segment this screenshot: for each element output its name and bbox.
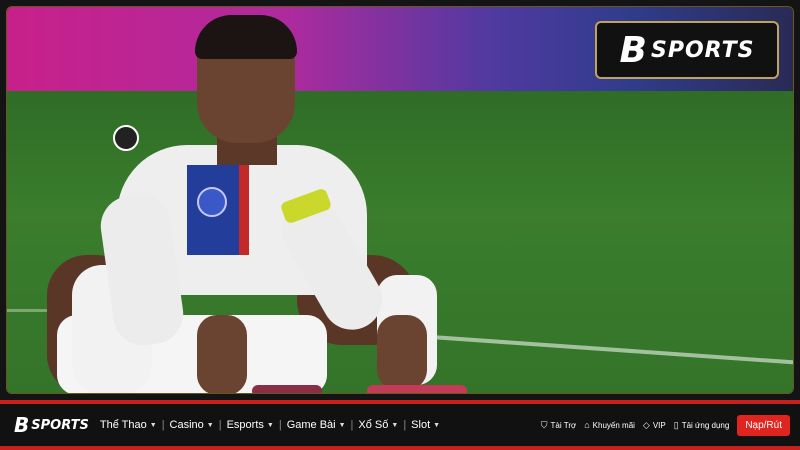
chevron-down-icon: ▼ xyxy=(206,421,214,429)
nav-logo-mark: B xyxy=(14,413,29,437)
player-hair xyxy=(195,15,297,59)
menu-item-xo-so[interactable]: Xổ Số ▼ xyxy=(353,419,403,431)
jersey-stripe xyxy=(239,165,249,255)
player-boot xyxy=(367,385,467,393)
nav-logo-text: SPORTS xyxy=(31,417,89,433)
club-crest-icon xyxy=(197,187,227,217)
bottom-nav: B SPORTS Thể Thao ▼ | Casino ▼ | Esports… xyxy=(0,400,800,450)
menu-item-label: Game Bài xyxy=(286,419,336,431)
menu-item-casino[interactable]: Casino ▼ xyxy=(165,419,219,431)
main-menu: Thể Thao ▼ | Casino ▼ | Esports ▼ | Game… xyxy=(95,419,445,431)
menu-item-slot[interactable]: Slot ▼ xyxy=(406,419,445,431)
deposit-withdraw-button[interactable]: Nạp/Rút xyxy=(737,414,790,436)
util-label: Tải ứng dụng xyxy=(681,420,730,430)
menu-item-label: Casino xyxy=(169,419,204,431)
shield-icon: ⛉ xyxy=(540,419,548,430)
diamond-icon: ◇ xyxy=(642,419,650,430)
util-khuyen-mai[interactable]: ⌂ Khuyến mãi xyxy=(584,420,635,430)
menu-item-game-bai[interactable]: Game Bài ▼ xyxy=(282,419,351,431)
chevron-down-icon: ▼ xyxy=(433,421,441,429)
chevron-down-icon: ▼ xyxy=(149,421,157,429)
menu-item-label: Esports xyxy=(226,419,264,431)
logo-text: SPORTS xyxy=(650,37,755,63)
player-hand xyxy=(377,315,427,390)
player-boot xyxy=(252,385,322,393)
chevron-down-icon: ▼ xyxy=(391,421,399,429)
menu-item-label: Xổ Số xyxy=(358,419,389,431)
chevron-down-icon: ▼ xyxy=(338,421,346,429)
logo-mark: B xyxy=(619,29,647,71)
util-tai-tro[interactable]: ⛉ Tài Trợ xyxy=(541,420,576,431)
menu-item-esports[interactable]: Esports ▼ xyxy=(222,419,279,431)
utility-links: ⛉ Tài Trợ ⌂ Khuyến mãi ◇ VIP ▯ Tải ứng d… xyxy=(541,414,790,436)
player-hand xyxy=(197,315,247,393)
util-tai-ung-dung[interactable]: ▯ Tải ứng dụng xyxy=(674,420,730,431)
util-label: VIP xyxy=(652,420,666,430)
tag-icon: ⌂ xyxy=(584,420,590,430)
phone-icon: ▯ xyxy=(673,419,679,430)
menu-item-label: Thể Thao xyxy=(99,419,147,431)
util-vip[interactable]: ◇ VIP xyxy=(643,420,666,431)
nav-logo[interactable]: B SPORTS xyxy=(14,413,89,437)
util-label: Khuyến mãi xyxy=(592,420,635,430)
hero-photo: B SPORTS xyxy=(6,6,794,394)
champions-league-badge-icon xyxy=(113,125,139,151)
menu-item-label: Slot xyxy=(411,419,431,431)
menu-item-the-thao[interactable]: Thể Thao ▼ xyxy=(95,419,162,431)
brand-logo: B SPORTS xyxy=(595,21,779,79)
player-figure xyxy=(47,15,477,393)
util-label: Tài Trợ xyxy=(550,420,577,430)
hero-frame: B SPORTS xyxy=(0,0,800,400)
chevron-down-icon: ▼ xyxy=(266,421,274,429)
